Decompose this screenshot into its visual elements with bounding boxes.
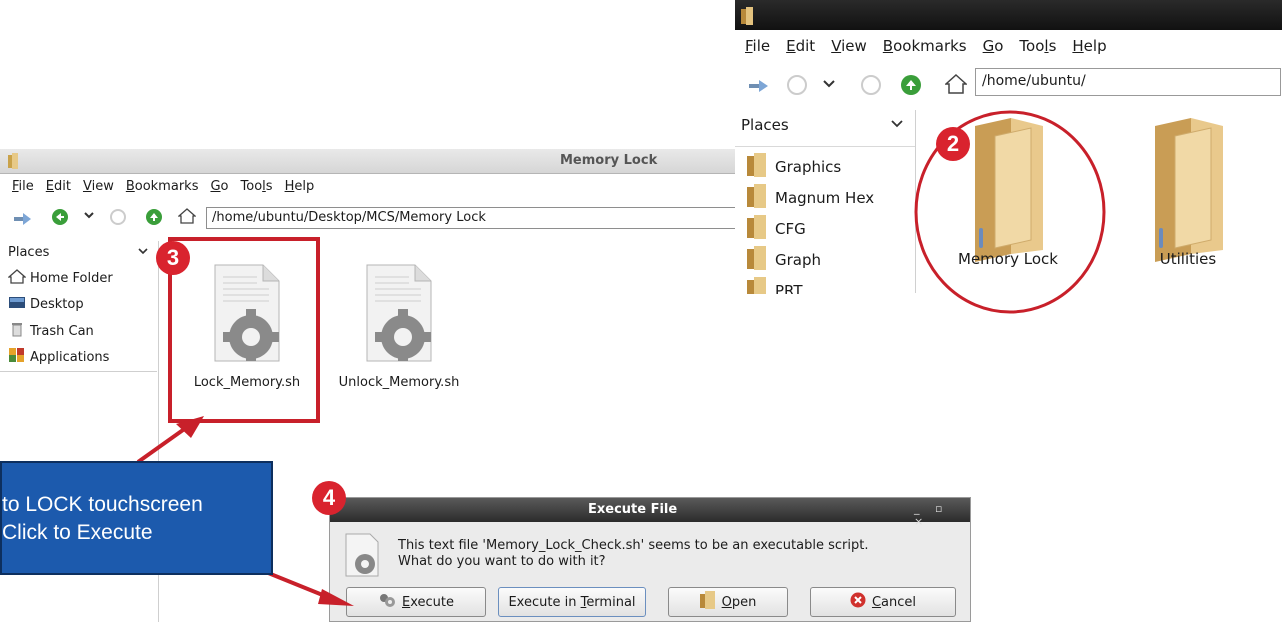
callout-line: to LOCK touchscreen [2, 493, 203, 516]
instruction-callout: to LOCK touchscreen Click to Execute [0, 461, 273, 575]
step-badge-2: 2 [936, 127, 970, 161]
step-badge-4: 4 [312, 481, 346, 515]
highlight-box [168, 237, 320, 423]
callout-line: Click to Execute [2, 521, 153, 544]
arrow-line [136, 423, 192, 464]
step-badge-3: 3 [156, 241, 190, 275]
arrow-head [318, 589, 354, 606]
